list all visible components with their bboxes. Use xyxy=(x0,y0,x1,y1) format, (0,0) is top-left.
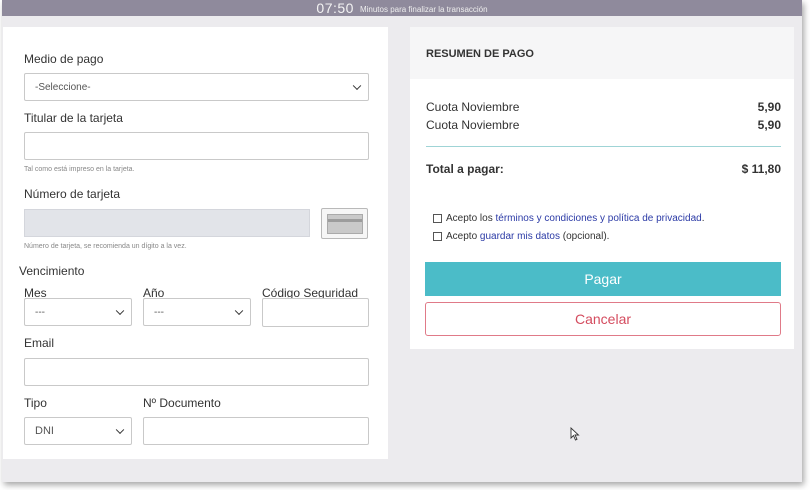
credit-card-icon xyxy=(326,213,363,234)
payment-method-select[interactable]: -Seleccione- xyxy=(24,73,369,101)
expiry-label: Vencimiento xyxy=(19,264,85,278)
cardholder-input[interactable] xyxy=(24,132,369,160)
doc-number-label: Nº Documento xyxy=(143,396,221,410)
chevron-down-icon xyxy=(352,81,362,91)
save-data-checkbox-row: Acepto guardar mis datos (opcional). xyxy=(433,231,609,242)
save-data-prefix: Acepto xyxy=(446,231,480,242)
save-data-checkbox[interactable] xyxy=(433,232,442,241)
doc-type-select[interactable]: DNI xyxy=(24,417,132,445)
security-code-input[interactable] xyxy=(262,298,369,327)
payment-method-label: Medio de pago xyxy=(24,52,104,66)
chevron-down-icon xyxy=(115,425,125,435)
card-number-input[interactable] xyxy=(24,209,310,237)
item-name: Cuota Noviembre xyxy=(426,100,520,114)
chevron-down-icon xyxy=(115,306,125,316)
summary-item: Cuota Noviembre 5,90 xyxy=(426,118,781,132)
mouse-pointer-icon xyxy=(570,427,580,441)
total-label: Total a pagar: xyxy=(426,162,504,176)
timer-label: Minutos para finalizar la transacción xyxy=(359,4,488,14)
email-input[interactable] xyxy=(24,358,369,386)
pay-button[interactable]: Pagar xyxy=(425,262,781,296)
terms-link[interactable]: términos y condiciones y política de pri… xyxy=(495,213,701,224)
save-data-link[interactable]: guardar mis datos xyxy=(480,231,560,242)
month-value: --- xyxy=(35,306,45,318)
summary-item: Cuota Noviembre 5,90 xyxy=(426,100,781,114)
timer-bar: 07:50 Minutos para finalizar la transacc… xyxy=(2,0,802,16)
doc-type-value: DNI xyxy=(35,425,54,437)
save-data-text: Acepto guardar mis datos (opcional). xyxy=(446,231,609,242)
terms-checkbox-row: Acepto los términos y condiciones y polí… xyxy=(433,213,704,224)
summary-divider xyxy=(426,146,781,147)
month-select[interactable]: --- xyxy=(24,298,132,326)
timer-countdown: 07:50 xyxy=(316,0,354,16)
cardholder-hint: Tal como está impreso en la tarjeta. xyxy=(24,166,135,173)
cardholder-label: Titular de la tarjeta xyxy=(24,111,123,125)
terms-checkbox[interactable] xyxy=(433,214,442,223)
year-select[interactable]: --- xyxy=(143,298,251,326)
terms-text: Acepto los términos y condiciones y polí… xyxy=(446,213,704,224)
doc-number-input[interactable] xyxy=(143,417,369,445)
checkout-window: 07:50 Minutos para finalizar la transacc… xyxy=(2,0,802,482)
summary-header: RESUMEN DE PAGO xyxy=(410,27,794,79)
total-row: Total a pagar: $ 11,80 xyxy=(426,162,781,176)
summary-title: RESUMEN DE PAGO xyxy=(426,48,534,60)
payment-form: Medio de pago -Seleccione- Titular de la… xyxy=(3,27,388,459)
card-number-hint: Número de tarjeta, se recomienda un dígi… xyxy=(24,243,187,250)
chevron-down-icon xyxy=(234,306,244,316)
terms-suffix: . xyxy=(701,213,705,224)
payment-method-value: -Seleccione- xyxy=(35,81,91,93)
year-value: --- xyxy=(154,306,164,318)
item-amount: 5,90 xyxy=(757,118,781,132)
item-amount: 5,90 xyxy=(757,100,781,114)
payment-summary: RESUMEN DE PAGO Cuota Noviembre 5,90 Cuo… xyxy=(410,27,794,349)
email-label: Email xyxy=(24,336,55,350)
save-data-suffix: (opcional). xyxy=(559,231,610,242)
doc-type-label: Tipo xyxy=(24,396,47,410)
card-scan-button[interactable] xyxy=(321,208,368,239)
item-name: Cuota Noviembre xyxy=(426,118,520,132)
total-value: $ 11,80 xyxy=(741,162,781,176)
terms-prefix: Acepto los xyxy=(446,213,496,224)
card-number-label: Número de tarjeta xyxy=(24,187,121,201)
cancel-button[interactable]: Cancelar xyxy=(425,302,781,336)
